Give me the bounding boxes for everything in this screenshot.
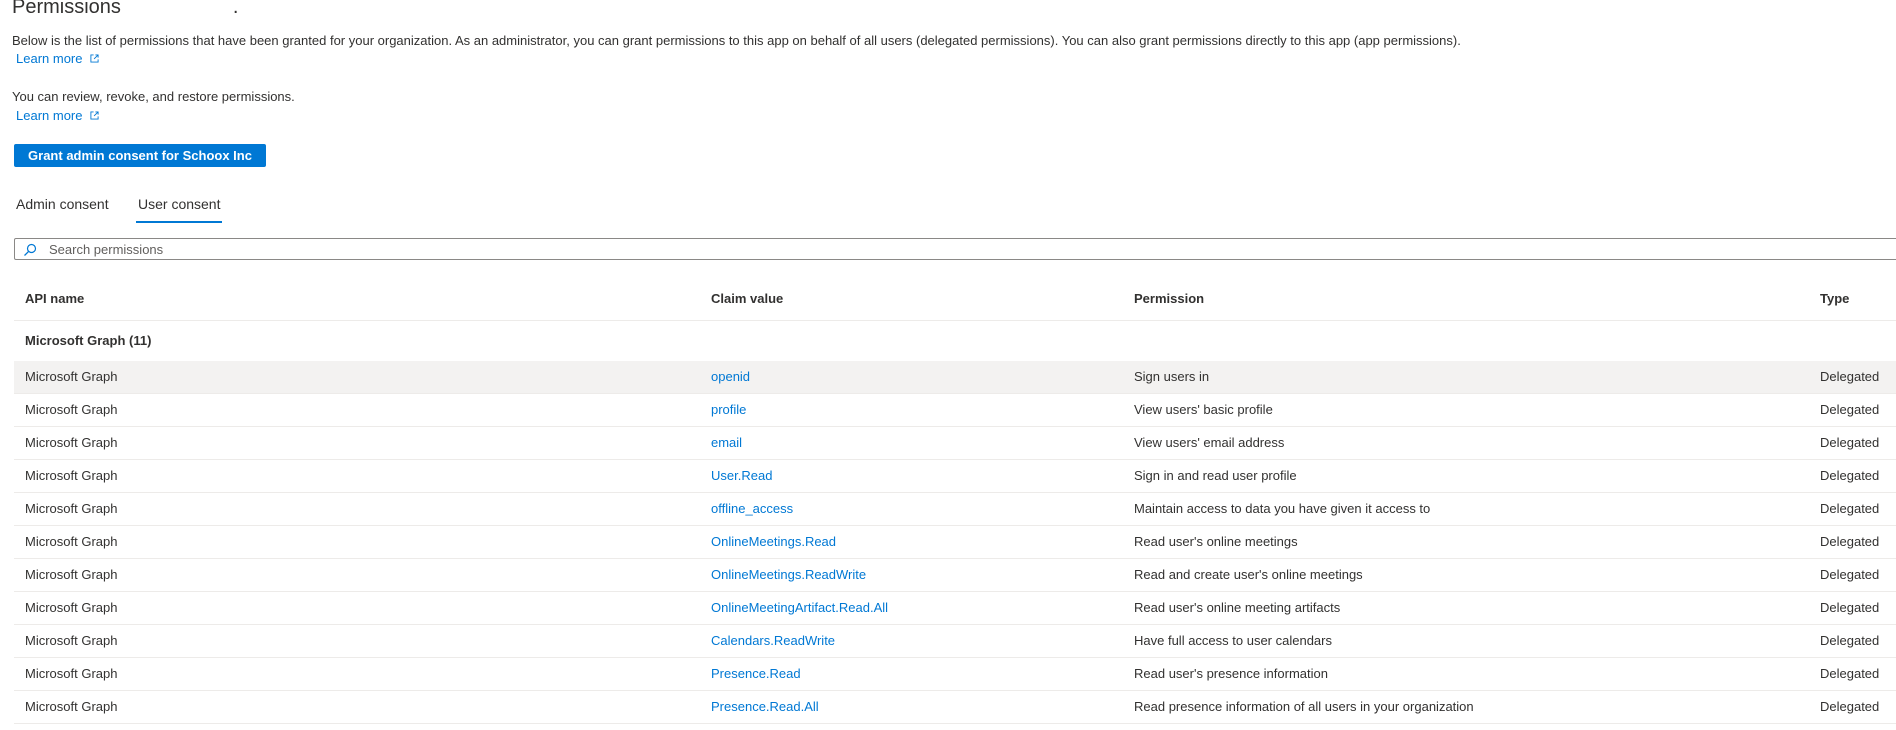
page-title-suffix: . [232, 0, 239, 18]
cell-permission: View users' basic profile [1134, 402, 1273, 417]
column-header-api-name[interactable]: API name [25, 291, 84, 306]
column-header-claim-value[interactable]: Claim value [711, 291, 783, 306]
search-input[interactable] [49, 240, 849, 258]
cell-permission: Read user's presence information [1134, 666, 1328, 681]
cell-type: Delegated [1820, 666, 1880, 681]
cell-claim-value-link[interactable]: email [711, 435, 742, 450]
cell-claim-value-link[interactable]: OnlineMeetings.Read [711, 534, 836, 549]
tab-user-consent[interactable]: User consent [135, 196, 223, 223]
cell-type: Delegated [1820, 402, 1880, 417]
table-row[interactable]: Microsoft Graph OnlineMeetingArtifact.Re… [14, 592, 1896, 625]
cell-type: Delegated [1820, 369, 1880, 384]
cell-api-name: Microsoft Graph [25, 468, 118, 483]
cell-claim-value-link[interactable]: profile [711, 402, 746, 417]
permissions-page: Permissions. Below is the list of permis… [0, 0, 1896, 730]
page-title: Permissions. [12, 0, 238, 19]
cell-permission: Read and create user's online meetings [1134, 567, 1363, 582]
external-link-icon [90, 54, 100, 63]
tab-admin-consent[interactable]: Admin consent [16, 196, 109, 212]
cell-api-name: Microsoft Graph [25, 402, 118, 417]
cell-permission: Sign in and read user profile [1134, 468, 1297, 483]
table-row[interactable]: Microsoft Graph OnlineMeetings.Read Read… [14, 526, 1896, 559]
cell-claim-value-link[interactable]: Presence.Read.All [711, 699, 819, 714]
cell-api-name: Microsoft Graph [25, 600, 118, 615]
cell-claim-value-link[interactable]: Calendars.ReadWrite [711, 633, 835, 648]
table-row[interactable]: Microsoft Graph profile View users' basi… [14, 394, 1896, 427]
cell-claim-value-link[interactable]: User.Read [711, 468, 772, 483]
cell-api-name: Microsoft Graph [25, 501, 118, 516]
cell-api-name: Microsoft Graph [25, 666, 118, 681]
cell-type: Delegated [1820, 633, 1880, 648]
cell-type: Delegated [1820, 501, 1880, 516]
cell-api-name: Microsoft Graph [25, 567, 118, 582]
cell-permission: Read user's online meeting artifacts [1134, 600, 1341, 615]
cell-permission: View users' email address [1134, 435, 1285, 450]
table-row[interactable]: Microsoft Graph email View users' email … [14, 427, 1896, 460]
cell-type: Delegated [1820, 534, 1880, 549]
page-title-text: Permissions [12, 0, 121, 18]
cell-api-name: Microsoft Graph [25, 435, 118, 450]
cell-api-name: Microsoft Graph [25, 534, 118, 549]
grant-admin-consent-button[interactable]: Grant admin consent for Schoox Inc [14, 144, 266, 167]
cell-type: Delegated [1820, 600, 1880, 615]
cell-permission: Maintain access to data you have given i… [1134, 501, 1431, 516]
column-header-permission[interactable]: Permission [1134, 291, 1204, 306]
learn-more-label: Learn more [16, 51, 83, 66]
table-row[interactable]: Microsoft Graph OnlineMeetings.ReadWrite… [14, 559, 1896, 592]
cell-api-name: Microsoft Graph [25, 369, 118, 384]
table-row[interactable]: Microsoft Graph offline_access Maintain … [14, 493, 1896, 526]
column-header-type[interactable]: Type [1820, 291, 1849, 306]
cell-permission: Read presence information of all users i… [1134, 699, 1474, 714]
cell-permission: Sign users in [1134, 369, 1210, 384]
table-row[interactable]: Microsoft Graph openid Sign users in Del… [14, 361, 1896, 394]
learn-more-link-1[interactable]: Learn more [16, 51, 100, 66]
search-icon [24, 243, 37, 256]
table-row[interactable]: Microsoft Graph Calendars.ReadWrite Have… [14, 625, 1896, 658]
cell-claim-value-link[interactable]: Presence.Read [711, 666, 801, 681]
cell-claim-value-link[interactable]: offline_access [711, 501, 793, 516]
cell-type: Delegated [1820, 468, 1880, 483]
cell-permission: Read user's online meetings [1134, 534, 1298, 549]
external-link-icon [90, 111, 100, 120]
cell-claim-value-link[interactable]: OnlineMeetingArtifact.Read.All [711, 600, 888, 615]
learn-more-label: Learn more [16, 108, 83, 123]
table-row[interactable]: Microsoft Graph Presence.Read Read user'… [14, 658, 1896, 691]
cell-api-name: Microsoft Graph [25, 699, 118, 714]
group-header-microsoft-graph[interactable]: Microsoft Graph (11) [25, 333, 151, 348]
cell-api-name: Microsoft Graph [25, 633, 118, 648]
search-box [14, 238, 1896, 260]
cell-type: Delegated [1820, 567, 1880, 582]
review-description: You can review, revoke, and restore perm… [12, 89, 295, 104]
table-row[interactable]: Microsoft Graph User.Read Sign in and re… [14, 460, 1896, 493]
header-divider [14, 320, 1896, 321]
cell-type: Delegated [1820, 699, 1880, 714]
cell-permission: Have full access to user calendars [1134, 633, 1332, 648]
cell-type: Delegated [1820, 435, 1880, 450]
table-row[interactable]: Microsoft Graph Presence.Read.All Read p… [14, 691, 1896, 724]
cell-claim-value-link[interactable]: OnlineMeetings.ReadWrite [711, 567, 866, 582]
permissions-description: Below is the list of permissions that ha… [12, 33, 1461, 48]
cell-claim-value-link[interactable]: openid [711, 369, 750, 384]
permissions-table-body: Microsoft Graph openid Sign users in Del… [14, 361, 1896, 724]
learn-more-link-2[interactable]: Learn more [16, 108, 100, 123]
